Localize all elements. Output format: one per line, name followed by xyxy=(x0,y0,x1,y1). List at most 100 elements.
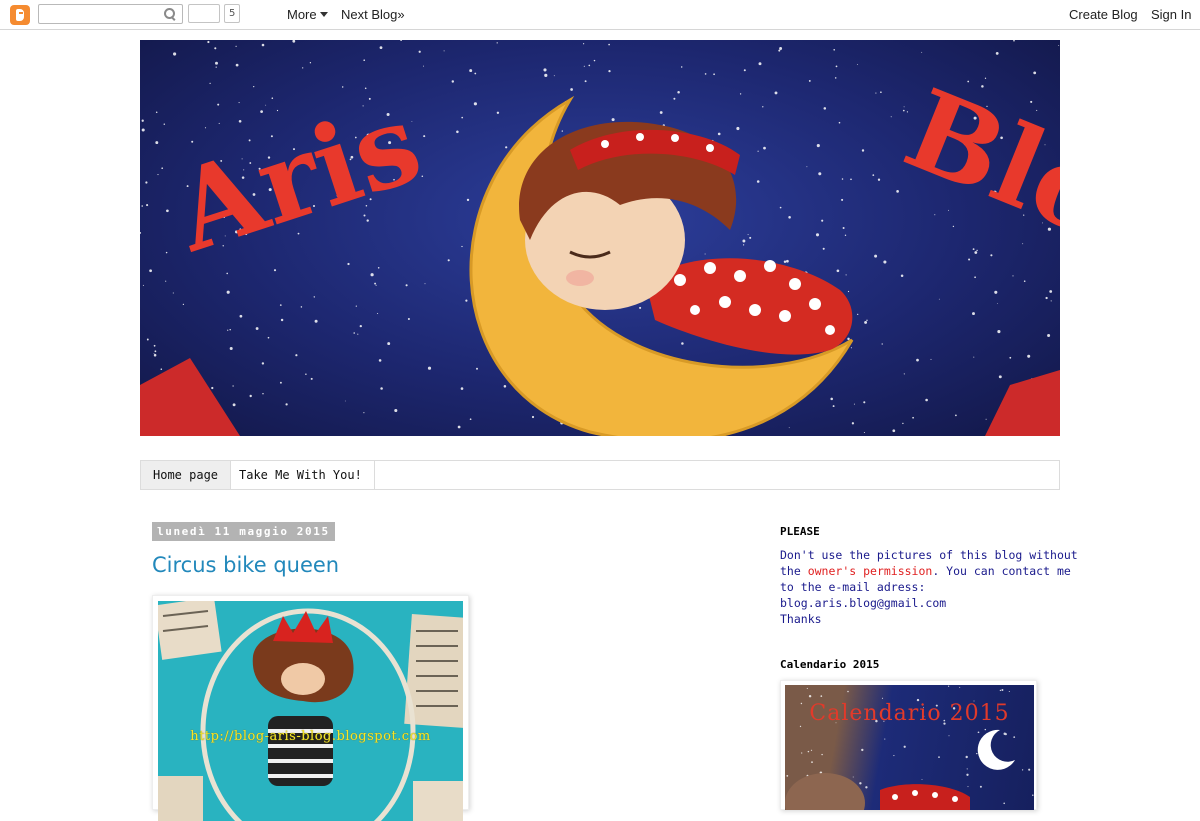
star-dot xyxy=(995,52,999,55)
next-blog-link[interactable]: Next Blog» xyxy=(341,7,405,22)
star-dot xyxy=(845,274,847,276)
star-dot xyxy=(985,418,987,420)
star-dot xyxy=(496,111,500,114)
star-dot xyxy=(866,319,868,322)
star-dot xyxy=(853,403,855,405)
star-dot xyxy=(262,393,264,395)
star-dot xyxy=(387,342,391,346)
star-dot xyxy=(273,269,277,272)
blogger-navbar: 5 More Next Blog» Create Blog Sign In xyxy=(0,0,1200,30)
star-dot xyxy=(1009,356,1012,359)
star-dot xyxy=(211,386,214,390)
star-dot xyxy=(881,697,884,699)
search-icon[interactable] xyxy=(163,7,177,21)
star-dot xyxy=(717,132,721,136)
newspaper-scrap xyxy=(158,776,203,821)
star-dot xyxy=(758,62,762,66)
star-dot xyxy=(377,312,379,315)
calendar-image[interactable]: Calendario 2015 xyxy=(785,685,1034,810)
post-image-frame: http://blog-aris-blog.blogspot.com xyxy=(152,595,469,821)
star-dot xyxy=(400,40,403,41)
star-dot xyxy=(380,387,383,390)
star-dot xyxy=(743,69,746,72)
star-dot xyxy=(762,106,764,108)
star-dot xyxy=(821,753,823,756)
star-dot xyxy=(226,290,230,294)
header-banner[interactable]: Aris Blog xyxy=(140,40,1060,436)
post-image[interactable]: http://blog-aris-blog.blogspot.com xyxy=(158,601,463,821)
star-dot xyxy=(1022,243,1024,245)
please-line-1: Don't use the pictures of this blog with… xyxy=(780,548,1078,562)
more-menu-button[interactable]: More xyxy=(287,7,328,22)
star-dot xyxy=(844,234,847,236)
star-dot xyxy=(851,422,855,425)
star-dot xyxy=(238,119,242,123)
star-dot xyxy=(232,385,234,387)
star-dot xyxy=(451,80,455,83)
star-dot xyxy=(857,313,859,316)
star-dot xyxy=(505,146,508,149)
please-widget-text: Don't use the pictures of this blog with… xyxy=(780,547,1078,627)
star-dot xyxy=(142,284,144,286)
star-dot xyxy=(847,337,850,341)
star-dot xyxy=(271,97,274,99)
star-dot xyxy=(811,761,813,763)
star-dot xyxy=(314,319,318,323)
search-input[interactable] xyxy=(41,6,159,22)
star-dot xyxy=(997,330,1001,334)
star-dot xyxy=(209,82,211,85)
star-dot xyxy=(998,375,1002,379)
star-dot xyxy=(938,298,940,300)
star-dot xyxy=(990,254,993,257)
girl-face-shape xyxy=(281,663,325,695)
calendar-widget-title: Calendario 2015 xyxy=(780,658,880,671)
star-dot xyxy=(779,206,782,209)
star-dot xyxy=(994,290,998,294)
star-dot xyxy=(864,320,868,324)
star-dot xyxy=(834,77,837,79)
star-dot xyxy=(215,61,218,65)
star-dot xyxy=(267,336,270,339)
tab-home-page[interactable]: Home page xyxy=(141,461,232,489)
star-dot xyxy=(165,251,168,254)
please-line-3: to the e-mail adress: xyxy=(780,580,926,594)
star-dot xyxy=(1023,280,1026,282)
blogger-logo-icon[interactable] xyxy=(10,5,30,25)
star-dot xyxy=(543,68,547,72)
calendar-image-title: Calendario 2015 xyxy=(809,701,1010,726)
sign-in-link[interactable]: Sign In xyxy=(1151,7,1191,22)
star-dot xyxy=(856,63,858,65)
star-dot xyxy=(850,178,852,181)
star-dot xyxy=(883,260,887,264)
star-dot xyxy=(902,109,905,112)
star-dot xyxy=(300,306,303,308)
star-dot xyxy=(639,306,642,309)
star-dot xyxy=(411,120,413,122)
please-line-2b: . You can contact me xyxy=(932,564,1071,578)
star-dot xyxy=(584,80,587,83)
tab-take-me-with-you[interactable]: Take Me With You! xyxy=(227,461,375,489)
star-dot xyxy=(976,752,978,755)
star-dot xyxy=(260,110,263,113)
star-dot xyxy=(588,64,591,67)
star-dot xyxy=(861,149,865,152)
star-dot xyxy=(305,373,307,376)
bear-shape xyxy=(785,773,865,810)
star-dot xyxy=(816,144,820,148)
star-dot xyxy=(1001,688,1004,692)
star-dot xyxy=(900,274,904,278)
star-dot xyxy=(884,738,886,740)
star-dot xyxy=(141,205,143,207)
star-dot xyxy=(810,749,813,751)
star-dot xyxy=(146,338,149,341)
post-title-link[interactable]: Circus bike queen xyxy=(152,553,339,577)
create-blog-link[interactable]: Create Blog xyxy=(1069,7,1138,22)
star-dot xyxy=(921,51,923,53)
star-dot xyxy=(443,50,445,52)
plus-one-button[interactable] xyxy=(188,4,220,23)
left-roof-shape xyxy=(140,358,240,436)
star-dot xyxy=(405,284,408,287)
star-dot xyxy=(363,59,366,62)
star-dot xyxy=(583,65,585,67)
star-dot xyxy=(255,327,259,330)
